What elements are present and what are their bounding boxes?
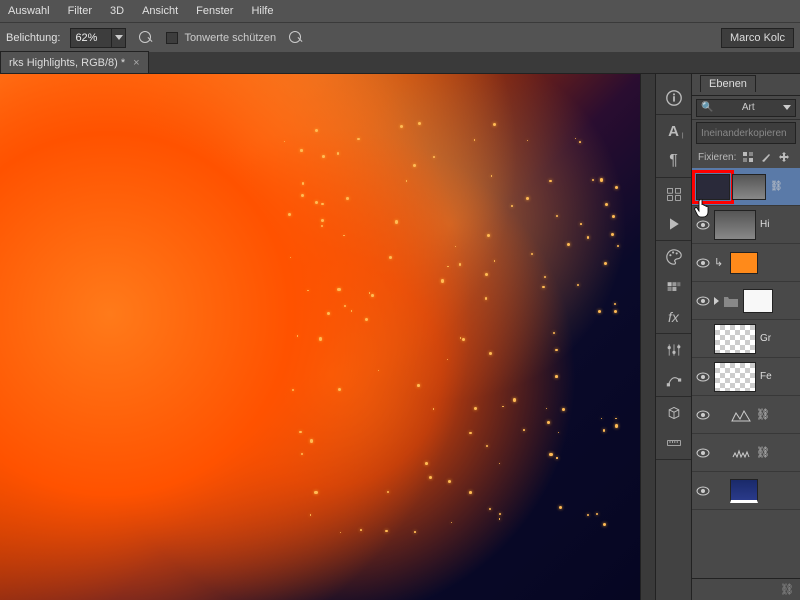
collapsed-panel-rail: A| ¶ fx: [655, 74, 691, 600]
layer-row[interactable]: Hi: [692, 206, 800, 244]
visibility-icon[interactable]: [696, 256, 710, 270]
play-icon[interactable]: [664, 214, 684, 234]
properties-split-icon[interactable]: [664, 184, 684, 204]
menu-fenster[interactable]: Fenster: [196, 5, 233, 17]
layer-row[interactable]: ⛓: [692, 168, 800, 206]
info-icon[interactable]: [664, 88, 684, 108]
exposure-dropdown[interactable]: [111, 29, 125, 47]
folder-icon: [723, 294, 739, 308]
menubar: Auswahl Filter 3D Ansicht Fenster Hilfe: [0, 0, 800, 22]
link-icon[interactable]: ⛓: [770, 181, 783, 192]
adjustments-icon[interactable]: [664, 340, 684, 360]
close-tab-icon[interactable]: ×: [133, 57, 139, 69]
link-icon[interactable]: ⛓: [756, 408, 770, 421]
canvas-image: [0, 74, 640, 600]
exposure-label: Belichtung:: [6, 32, 60, 44]
layer-mask-thumbnail[interactable]: [732, 174, 766, 200]
checkbox-icon: [166, 32, 178, 44]
options-bar: Belichtung: Tonwerte schützen Marco Kolc: [0, 22, 800, 52]
menu-ansicht[interactable]: Ansicht: [142, 5, 178, 17]
layer-thumbnail[interactable]: [714, 210, 756, 240]
layer-name[interactable]: Hi: [760, 219, 769, 230]
protect-tones-checkbox[interactable]: Tonwerte schützen: [166, 32, 276, 44]
color-palette-icon[interactable]: [664, 247, 684, 267]
visibility-icon[interactable]: [696, 294, 710, 308]
layer-name[interactable]: Fe: [760, 371, 772, 382]
layer-thumbnail[interactable]: [714, 362, 756, 392]
layer-row[interactable]: ⛓: [692, 434, 800, 472]
layers-panel-footer: ⛓: [692, 578, 800, 600]
lock-row: Fixieren:: [692, 146, 800, 168]
airbrush-icon[interactable]: [136, 28, 156, 48]
lock-brush-icon[interactable]: [760, 151, 772, 163]
layer-row[interactable]: ⛓: [692, 396, 800, 434]
layer-row[interactable]: Gr: [692, 320, 800, 358]
link-icon[interactable]: ⛓: [756, 446, 770, 459]
document-title: rks Highlights, RGB/8) *: [9, 57, 125, 69]
measurement-icon[interactable]: [664, 433, 684, 453]
layer-row[interactable]: [692, 282, 800, 320]
layer-row[interactable]: Fe: [692, 358, 800, 396]
protect-tones-label: Tonwerte schützen: [184, 32, 276, 44]
character-icon[interactable]: A|: [664, 121, 684, 141]
layer-thumbnail[interactable]: [730, 252, 758, 274]
visibility-icon[interactable]: [696, 370, 710, 384]
menu-3d[interactable]: 3D: [110, 5, 124, 17]
exposure-input[interactable]: [71, 32, 111, 44]
menu-auswahl[interactable]: Auswahl: [8, 5, 50, 17]
layer-row[interactable]: ↳: [692, 244, 800, 282]
layer-mask-thumbnail[interactable]: [743, 289, 773, 313]
menu-hilfe[interactable]: Hilfe: [251, 5, 273, 17]
visibility-icon[interactable]: [696, 218, 710, 232]
document-tab-row: rks Highlights, RGB/8) * ×: [0, 52, 800, 74]
layers-panel-tab[interactable]: Ebenen: [692, 74, 800, 96]
visibility-icon[interactable]: [696, 484, 710, 498]
visibility-icon[interactable]: [696, 332, 710, 346]
vertical-scrollbar[interactable]: [640, 74, 655, 600]
layer-thumbnail[interactable]: [696, 174, 730, 200]
canvas-area[interactable]: [0, 74, 655, 600]
lock-move-icon[interactable]: [778, 151, 790, 163]
levels-adjustment-icon[interactable]: [730, 407, 752, 423]
layer-thumbnail[interactable]: [714, 324, 756, 354]
lock-label: Fixieren:: [698, 152, 736, 163]
exposure-field[interactable]: [70, 28, 126, 48]
layers-panel: Ebenen 🔍Art Ineinanderkopieren Fixieren:…: [691, 74, 800, 600]
document-tab[interactable]: rks Highlights, RGB/8) * ×: [0, 51, 149, 73]
layer-name[interactable]: Gr: [760, 333, 771, 344]
link-layers-icon[interactable]: ⛓: [780, 583, 794, 596]
swatches-icon[interactable]: [664, 277, 684, 297]
layer-row[interactable]: [692, 472, 800, 510]
paragraph-icon[interactable]: ¶: [664, 151, 684, 171]
layer-list[interactable]: ⛓ Hi ↳ Gr: [692, 168, 800, 578]
user-button[interactable]: Marco Kolc: [721, 28, 794, 48]
adjustment-icon[interactable]: [730, 445, 752, 461]
blend-mode-select[interactable]: Ineinanderkopieren: [696, 122, 796, 144]
tablet-pressure-icon[interactable]: [286, 28, 306, 48]
clip-arrow-icon: ↳: [714, 256, 726, 269]
group-disclosure-icon[interactable]: [714, 297, 719, 305]
lock-pixels-icon[interactable]: [742, 151, 754, 163]
layer-kind-select[interactable]: 🔍Art: [696, 99, 796, 117]
menu-filter[interactable]: Filter: [68, 5, 92, 17]
visibility-icon[interactable]: [696, 446, 710, 460]
layer-thumbnail[interactable]: [730, 479, 758, 503]
paths-icon[interactable]: [664, 370, 684, 390]
visibility-icon[interactable]: [696, 408, 710, 422]
styles-icon[interactable]: fx: [664, 307, 684, 327]
3d-icon[interactable]: [664, 403, 684, 423]
